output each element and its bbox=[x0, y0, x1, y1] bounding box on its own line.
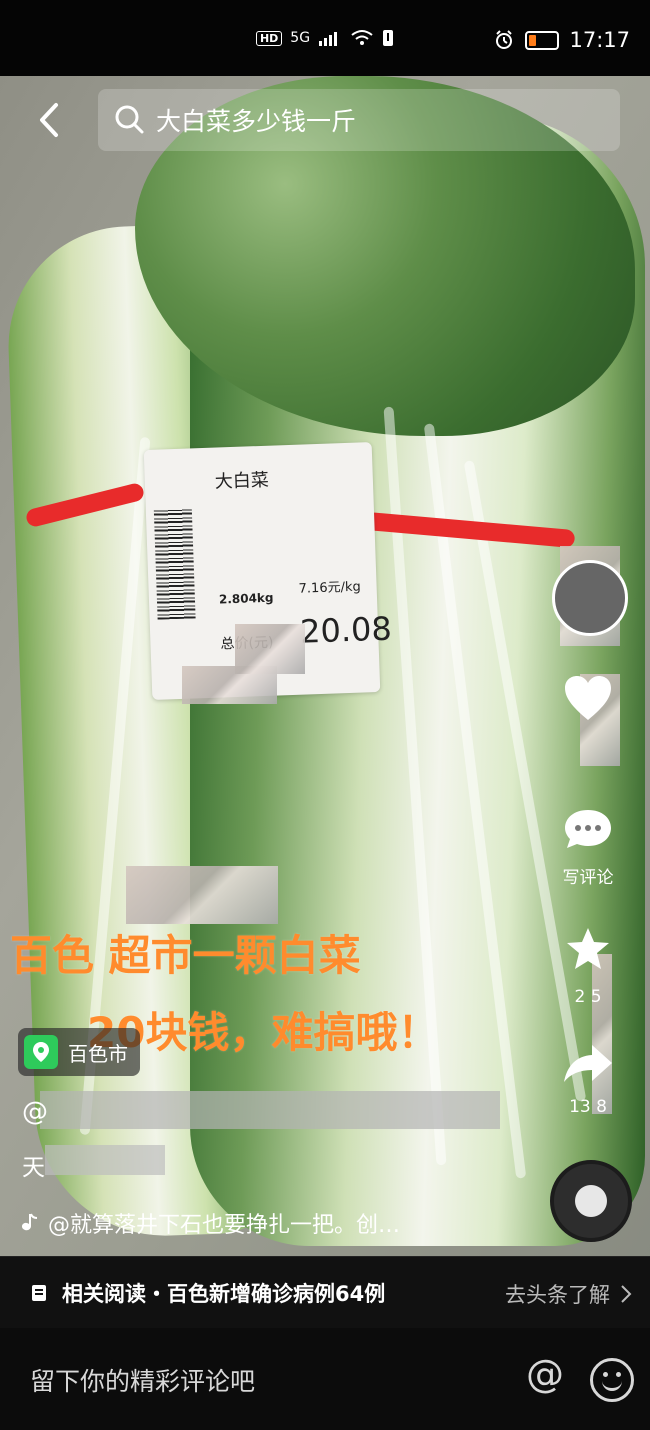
share-action[interactable]: 13 8 bbox=[544, 1040, 632, 1117]
music-info[interactable]: @就算落井下石也要挣扎一把。创… bbox=[20, 1207, 400, 1239]
comment-action[interactable]: 写评论 bbox=[544, 806, 632, 888]
related-reading-text: 相关阅读・百色新增确诊病例64例 bbox=[62, 1282, 386, 1306]
emoji-smile bbox=[602, 1378, 622, 1391]
label-unit-price: 7.16元/kg bbox=[298, 579, 361, 597]
label-mosaic bbox=[235, 624, 305, 674]
chevron-left-icon[interactable] bbox=[34, 101, 64, 139]
like-action[interactable] bbox=[544, 672, 632, 735]
location-tag[interactable]: 百色市 bbox=[18, 1028, 140, 1076]
search-bar[interactable]: 大白菜多少钱一斤 bbox=[98, 89, 620, 151]
signal-5g-label: 5G bbox=[290, 30, 311, 46]
label-product-name: 大白菜 bbox=[214, 469, 270, 493]
status-right: 17:17 bbox=[493, 28, 630, 52]
related-reading-bar[interactable]: 相关阅读・百色新增确诊病例64例 去头条了解 bbox=[0, 1256, 650, 1329]
status-center: HD 5G bbox=[255, 29, 394, 47]
chevron-right-icon bbox=[621, 1285, 632, 1303]
overlay-title-line1: 百色 超市一颗白菜 bbox=[10, 931, 361, 980]
related-link[interactable]: 去头条了解 bbox=[505, 1279, 632, 1309]
author-avatar[interactable] bbox=[552, 560, 628, 636]
description-mosaic bbox=[45, 1145, 165, 1175]
music-disc-icon[interactable] bbox=[550, 1160, 632, 1242]
overlay-mosaic bbox=[126, 866, 278, 924]
comment-bar[interactable]: 留下你的精彩评论吧 @ bbox=[0, 1328, 650, 1430]
battery-level bbox=[529, 34, 537, 46]
signal-icon bbox=[319, 32, 338, 46]
location-pin-icon bbox=[24, 1035, 58, 1069]
battery-icon bbox=[525, 30, 560, 50]
search-icon bbox=[115, 105, 144, 134]
video-description: 天 bbox=[22, 1155, 45, 1181]
sd-card-icon bbox=[383, 30, 394, 46]
mention-button[interactable]: @ bbox=[526, 1352, 564, 1396]
author-name-mosaic bbox=[40, 1091, 500, 1129]
status-time: 17:17 bbox=[569, 28, 630, 52]
emoji-icon[interactable] bbox=[590, 1358, 634, 1402]
star-icon bbox=[567, 928, 609, 969]
tiktok-note-icon bbox=[21, 1213, 38, 1231]
label-weight: 2.804kg bbox=[218, 590, 274, 607]
comment-label: 写评论 bbox=[562, 868, 614, 888]
author-name[interactable]: @ bbox=[22, 1097, 48, 1127]
status-bar: HD 5G 17:17 bbox=[0, 0, 650, 76]
search-query: 大白菜多少钱一斤 bbox=[156, 107, 357, 136]
share-count: 13 8 bbox=[569, 1097, 607, 1117]
heart-icon bbox=[565, 676, 611, 720]
music-title: @就算落井下石也要挣扎一把。创… bbox=[48, 1213, 401, 1238]
favorite-action[interactable]: 2 5 bbox=[544, 924, 632, 1007]
location-label: 百色市 bbox=[68, 1041, 128, 1066]
related-link-text: 去头条了解 bbox=[505, 1283, 610, 1307]
label-total: 20.08 bbox=[299, 609, 393, 651]
hd-badge: HD bbox=[255, 30, 283, 46]
favorite-count: 2 5 bbox=[574, 987, 602, 1007]
share-icon bbox=[564, 1045, 612, 1082]
wifi-icon bbox=[351, 30, 373, 45]
barcode bbox=[153, 508, 196, 620]
alarm-icon bbox=[496, 30, 513, 49]
comment-icon bbox=[565, 810, 611, 848]
comment-input[interactable]: 留下你的精彩评论吧 bbox=[30, 1362, 255, 1398]
document-icon bbox=[32, 1285, 46, 1301]
